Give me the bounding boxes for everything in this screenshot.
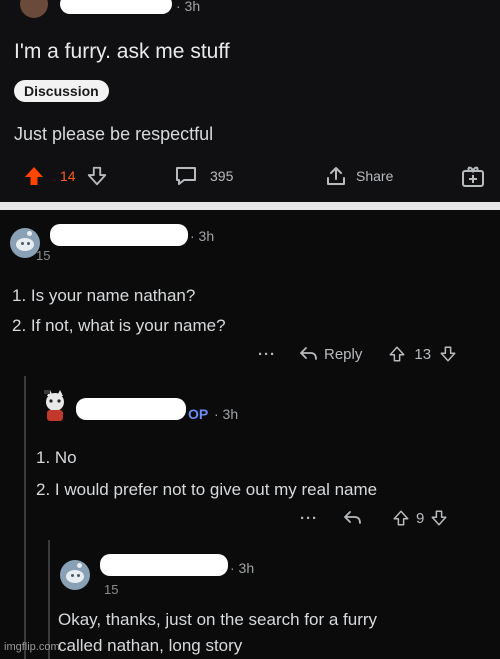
share-button[interactable]: Share xyxy=(324,162,393,190)
downvote-icon xyxy=(440,346,456,362)
op-avatar[interactable] xyxy=(38,388,72,422)
comment-upvote-button[interactable] xyxy=(388,345,406,363)
downvote-icon xyxy=(431,510,447,526)
reply-icon xyxy=(344,511,361,524)
comments-section: · 3h 15 1. Is your name nathan? 2. If no… xyxy=(0,210,500,659)
post-card: · 3h I'm a furry. ask me stuff Discussio… xyxy=(0,0,500,202)
redacted-username xyxy=(100,554,228,576)
comment-user-karma: 15 xyxy=(36,248,51,263)
more-options-button[interactable]: ··· xyxy=(300,510,318,527)
redacted-username xyxy=(50,224,188,246)
comment-vote-count: 13 xyxy=(414,345,432,363)
commenter-avatar[interactable] xyxy=(60,560,90,590)
comment-text-line: called nathan, long story xyxy=(58,636,243,655)
downvote-button[interactable] xyxy=(86,162,108,190)
award-icon xyxy=(462,166,484,187)
op-badge: OP xyxy=(188,406,209,422)
share-label: Share xyxy=(356,168,394,184)
upvote-icon xyxy=(389,346,405,362)
comment-text-line: 1. No xyxy=(36,448,77,467)
comment-upvote-button[interactable] xyxy=(392,509,410,527)
upvote-icon xyxy=(25,167,43,185)
comment-user-karma: 15 xyxy=(104,582,119,597)
post-action-bar: 14 395 Share xyxy=(14,162,489,190)
comment-time: · 3h xyxy=(214,406,239,422)
comment-action-bar: ··· 9 xyxy=(300,506,448,530)
post-vote-count: 14 xyxy=(60,168,76,184)
post-title[interactable]: I'm a furry. ask me stuff xyxy=(14,40,230,64)
watermark: imgflip.com xyxy=(4,641,60,653)
comment-vote-count: 9 xyxy=(416,509,425,527)
comments-button[interactable]: 395 xyxy=(174,162,233,190)
award-button[interactable] xyxy=(460,162,486,190)
comment-downvote-button[interactable] xyxy=(430,509,448,527)
section-divider xyxy=(0,202,500,210)
comments-count: 395 xyxy=(210,168,234,184)
comment-downvote-button[interactable] xyxy=(439,345,457,363)
comment-action-bar: ··· Reply 13 xyxy=(258,342,457,366)
comment-text-line: 2. If not, what is your name? xyxy=(12,316,226,335)
redacted-username xyxy=(76,398,186,420)
comment-text-line: Okay, thanks, just on the search for a f… xyxy=(58,610,378,629)
post-time: · 3h xyxy=(176,0,201,14)
thread-line xyxy=(24,376,26,659)
post-author-avatar[interactable] xyxy=(20,0,48,18)
post-body: Just please be respectful xyxy=(14,124,214,144)
comment-text-line: 2. I would prefer not to give out my rea… xyxy=(36,480,378,499)
comment-time: · 3h xyxy=(230,560,255,576)
reply-label: Reply xyxy=(324,345,363,363)
reply-button[interactable] xyxy=(342,509,362,527)
comment-icon xyxy=(176,167,196,185)
comment-text-line: 1. Is your name nathan? xyxy=(12,286,196,305)
reply-button[interactable]: Reply xyxy=(298,345,362,363)
redacted-username xyxy=(60,0,172,14)
more-options-button[interactable]: ··· xyxy=(258,346,276,363)
downvote-icon xyxy=(87,166,107,186)
reply-icon xyxy=(300,347,317,360)
upvote-icon xyxy=(393,510,409,526)
upvote-button[interactable] xyxy=(22,162,46,190)
comment-time: · 3h xyxy=(190,228,215,244)
share-icon xyxy=(327,167,345,185)
post-flair[interactable]: Discussion xyxy=(14,80,109,102)
